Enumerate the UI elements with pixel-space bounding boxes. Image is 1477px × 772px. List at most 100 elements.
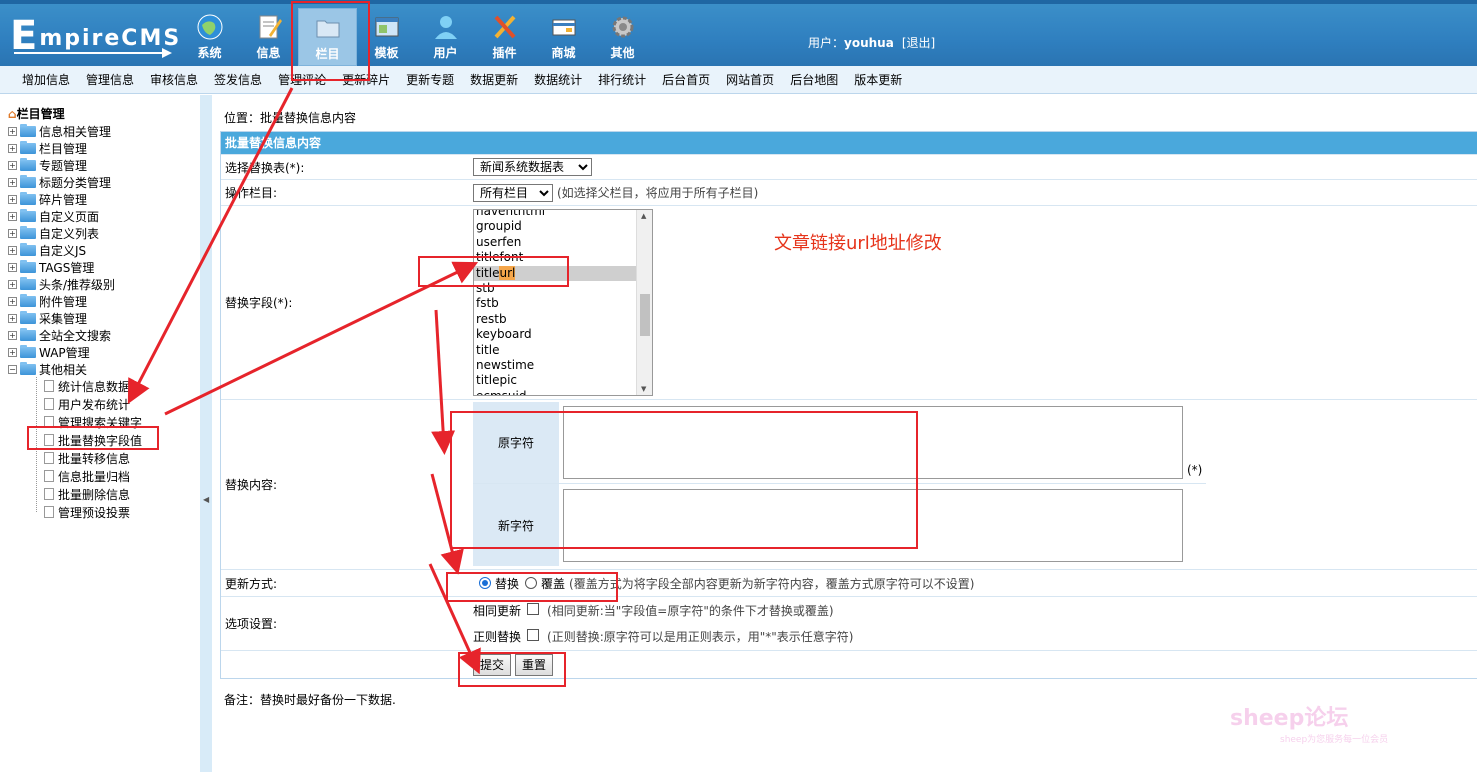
list-option[interactable]: ecmsuid [474,389,636,395]
field-label: 替换字段(*): [225,296,293,310]
globe-icon [195,12,225,42]
expand-icon[interactable]: + [8,160,17,170]
tree-item[interactable]: + 专题管理 [8,157,87,173]
regex-replace-checkbox[interactable] [527,629,540,642]
folder-icon [20,174,36,188]
scroll-down-icon[interactable]: ▼ [641,385,646,393]
annotation-text: 文章链接url地址修改 [774,233,942,254]
expand-icon[interactable]: + [8,126,17,136]
list-option[interactable]: fstb [474,296,636,311]
expand-icon[interactable]: + [8,262,17,272]
expand-icon[interactable]: + [8,194,17,204]
sidebar-splitter[interactable]: ◀ [200,95,212,772]
template-icon [372,12,402,42]
tree-item[interactable]: + 头条/推荐级别 [8,276,115,292]
nav-system[interactable]: 系统 [180,8,239,66]
tree-item[interactable]: + TAGS管理 [8,259,94,275]
expand-icon[interactable]: + [8,330,17,340]
list-option[interactable]: userfen [474,235,636,250]
table-select[interactable]: 新闻系统数据表 [473,158,592,176]
tree-item[interactable]: + 信息相关管理 [8,123,111,139]
subnav-link[interactable]: 数据统计 [534,71,582,88]
expand-icon[interactable]: + [8,177,17,187]
tree-item[interactable]: + 标题分类管理 [8,174,111,190]
list-option[interactable]: keyboard [474,327,636,342]
subnav-link[interactable]: 审核信息 [150,71,198,88]
nav-other[interactable]: 其他 [593,8,652,66]
tree-item[interactable]: + 采集管理 [8,310,87,326]
subnav-link[interactable]: 网站首页 [726,71,774,88]
expand-icon[interactable]: + [8,313,17,323]
mode-label: 更新方式: [225,576,278,591]
nav-plugin[interactable]: 插件 [475,8,534,66]
expand-icon[interactable]: + [8,245,17,255]
user-icon [431,12,461,42]
list-option[interactable]: haventhtml [474,210,636,219]
list-option[interactable]: title [474,343,636,358]
expand-icon[interactable]: + [8,279,17,289]
tree-subitem[interactable]: 统计信息数据 [44,378,130,394]
subnav-link[interactable]: 后台首页 [662,71,710,88]
tree-item[interactable]: + 自定义JS [8,242,86,258]
expand-icon[interactable]: + [8,143,17,153]
subnav-link[interactable]: 增加信息 [22,71,70,88]
tree-subitem[interactable]: 信息批量归档 [44,468,130,484]
scroll-up-icon[interactable]: ▲ [641,212,646,220]
tree-subitem[interactable]: 批量删除信息 [44,486,130,502]
tree-item[interactable]: − 其他相关 [8,361,87,377]
tree-item[interactable]: + 栏目管理 [8,140,87,156]
list-option[interactable]: groupid [474,219,636,234]
list-option[interactable]: titlepic [474,373,636,388]
folder-icon [20,225,36,239]
folder-icon [20,276,36,290]
folder-icon [20,293,36,307]
tree-root: ⌂栏目管理 [8,107,65,121]
tree-item[interactable]: + WAP管理 [8,344,90,360]
collapse-arrow-icon[interactable]: ◀ [203,495,209,504]
tree-item[interactable]: + 附件管理 [8,293,87,309]
field-listbox[interactable]: haventhtml groupid userfen titlefont tit… [473,209,653,396]
collapse-icon[interactable]: − [8,364,17,374]
tree-item[interactable]: + 自定义页面 [8,208,99,224]
note-text: 备注：替换时最好备份一下数据. [224,693,396,707]
document-icon [44,506,54,518]
tree-subitem[interactable]: 批量转移信息 [44,450,130,466]
card-icon [549,12,579,42]
user-info: 用户：youhua [退出] [808,36,936,50]
options-label: 选项设置: [225,617,278,631]
subnav-link[interactable]: 版本更新 [854,71,902,88]
column-select[interactable]: 所有栏目 [473,183,553,202]
tree-item[interactable]: + 碎片管理 [8,191,87,207]
highlight-box-buttons [458,652,566,687]
subnav-link[interactable]: 签发信息 [214,71,262,88]
subnav-link[interactable]: 数据更新 [470,71,518,88]
expand-icon[interactable]: + [8,228,17,238]
tree-subitem[interactable]: 用户发布统计 [44,396,130,412]
logo: EmpireCMS [10,13,182,59]
list-option[interactable]: restb [474,312,636,327]
list-option[interactable]: newstime [474,358,636,373]
highlight-box-field [418,256,569,287]
tree-item[interactable]: + 自定义列表 [8,225,99,241]
tree-subitem[interactable]: 管理预设投票 [44,504,130,520]
expand-icon[interactable]: + [8,347,17,357]
nav-info[interactable]: 信息 [239,8,298,66]
expand-icon[interactable]: + [8,296,17,306]
listbox-scrollbar[interactable]: ▲ ▼ [636,210,652,395]
required-mark: (*) [1187,463,1203,477]
subnav-link[interactable]: 后台地图 [790,71,838,88]
content-label: 替换内容: [225,478,278,492]
logout-link[interactable]: [退出] [902,36,935,50]
folder-icon [20,327,36,341]
subnav-link[interactable]: 管理信息 [86,71,134,88]
expand-icon[interactable]: + [8,211,17,221]
folder-icon [20,123,36,137]
column-label: 操作栏目: [225,186,278,200]
nav-user[interactable]: 用户 [416,8,475,66]
subnav-link[interactable]: 排行统计 [598,71,646,88]
tree-item[interactable]: + 全站全文搜索 [8,327,111,343]
scroll-thumb[interactable] [640,294,650,336]
subnav-link[interactable]: 更新专题 [406,71,454,88]
nav-shop[interactable]: 商城 [534,8,593,66]
same-update-checkbox[interactable] [527,602,540,615]
